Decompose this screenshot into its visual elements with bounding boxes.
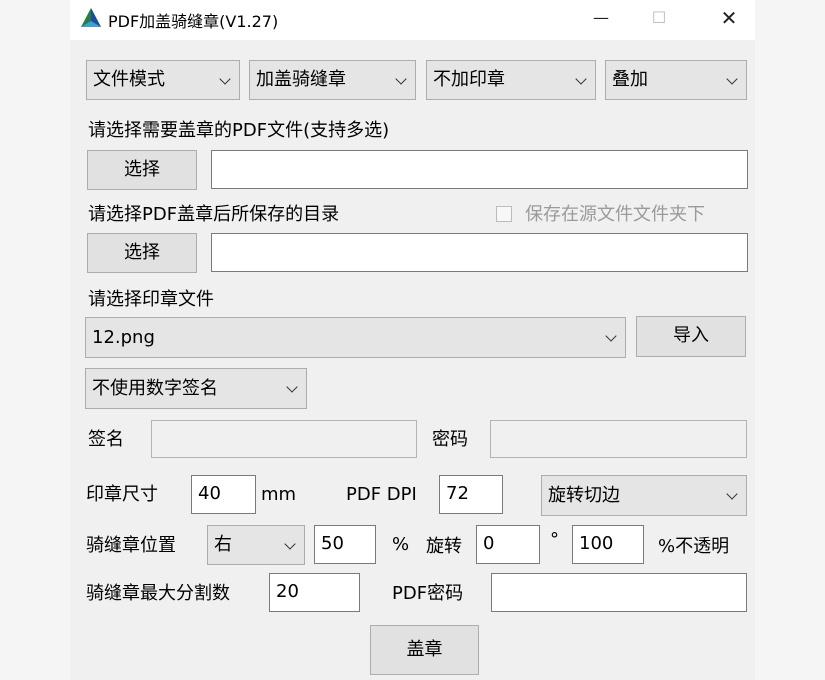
chevron-down-icon — [726, 73, 738, 85]
select-pdf-button[interactable]: 选择 — [87, 150, 197, 190]
seam-stamp-position-select[interactable]: 右 — [207, 525, 305, 565]
maximize-button[interactable]: ☐ — [636, 0, 682, 36]
opacity-input[interactable]: 100 — [572, 525, 644, 564]
max-split-label: 骑缝章最大分割数 — [86, 583, 230, 604]
chevron-down-icon — [726, 488, 738, 500]
app-logo-icon — [81, 8, 101, 27]
close-button[interactable]: ✕ — [706, 0, 752, 36]
sign-label: 签名 — [88, 429, 124, 450]
overlay-select[interactable]: 叠加 — [605, 60, 747, 100]
degree-unit: ° — [550, 529, 559, 550]
stamp-option-select[interactable]: 不加印章 — [426, 60, 596, 100]
seam-stamp-position-select-value: 右 — [214, 534, 232, 555]
minimize-button[interactable]: — — [578, 0, 624, 36]
seam-stamp-position-label: 骑缝章位置 — [86, 535, 176, 556]
chevron-down-icon — [575, 73, 587, 85]
pdf-files-input[interactable] — [211, 150, 748, 189]
sign-input[interactable] — [151, 420, 417, 458]
title-bar: PDF加盖骑缝章(V1.27) — ☐ ✕ — [70, 0, 755, 40]
stamp-file-label: 请选择印章文件 — [88, 289, 214, 310]
save-in-source-label: 保存在源文件文件夹下 — [525, 204, 705, 225]
select-output-dir-button[interactable]: 选择 — [87, 233, 197, 273]
background-left — [0, 0, 70, 680]
chevron-down-icon — [286, 381, 298, 393]
position-percent-input[interactable]: 50 — [314, 525, 376, 564]
action-select-value: 加盖骑缝章 — [256, 69, 346, 90]
position-percent-unit: % — [392, 534, 410, 555]
password-input[interactable] — [490, 420, 747, 458]
mode-select-value: 文件模式 — [93, 69, 165, 90]
output-dir-input[interactable] — [211, 233, 748, 272]
stamp-file-select[interactable]: 12.png — [85, 317, 626, 358]
max-split-input[interactable]: 20 — [269, 573, 360, 612]
stamp-file-select-value: 12.png — [92, 327, 155, 348]
mode-select[interactable]: 文件模式 — [86, 60, 240, 100]
stamp-option-select-value: 不加印章 — [433, 69, 505, 90]
password-label: 密码 — [432, 429, 468, 450]
chevron-down-icon — [605, 330, 617, 342]
digital-signature-select-value: 不使用数字签名 — [92, 378, 218, 399]
stamp-size-unit: mm — [261, 484, 297, 505]
pdf-dpi-input[interactable]: 72 — [439, 475, 503, 514]
digital-signature-select[interactable]: 不使用数字签名 — [85, 368, 307, 409]
rotate-label: 旋转 — [426, 536, 462, 557]
background-right — [755, 0, 825, 680]
action-select[interactable]: 加盖骑缝章 — [249, 60, 416, 100]
import-stamp-button[interactable]: 导入 — [636, 316, 746, 357]
pdf-password-input[interactable] — [491, 573, 747, 612]
window-title: PDF加盖骑缝章(V1.27) — [108, 12, 279, 31]
pdf-dpi-label: PDF DPI — [346, 484, 417, 505]
app-window: PDF加盖骑缝章(V1.27) — ☐ ✕ 文件模式 加盖骑缝章 不加印章 叠加… — [70, 0, 755, 680]
stamp-size-input[interactable]: 40 — [191, 475, 256, 514]
opacity-unit: %不透明 — [658, 536, 730, 557]
chevron-down-icon — [284, 538, 296, 550]
overlay-select-value: 叠加 — [612, 69, 648, 90]
pdf-select-label: 请选择需要盖章的PDF文件(支持多选) — [88, 120, 390, 141]
rotate-angle-input[interactable]: 0 — [476, 525, 540, 564]
rotate-crop-select[interactable]: 旋转切边 — [541, 475, 747, 516]
chevron-down-icon — [395, 73, 407, 85]
rotate-crop-select-value: 旋转切边 — [548, 485, 620, 506]
apply-stamp-button[interactable]: 盖章 — [370, 625, 479, 675]
stamp-size-label: 印章尺寸 — [86, 484, 158, 505]
chevron-down-icon — [219, 73, 231, 85]
save-in-source-checkbox[interactable] — [496, 206, 512, 222]
output-dir-label: 请选择PDF盖章后所保存的目录 — [88, 204, 340, 225]
pdf-password-label: PDF密码 — [392, 583, 464, 604]
